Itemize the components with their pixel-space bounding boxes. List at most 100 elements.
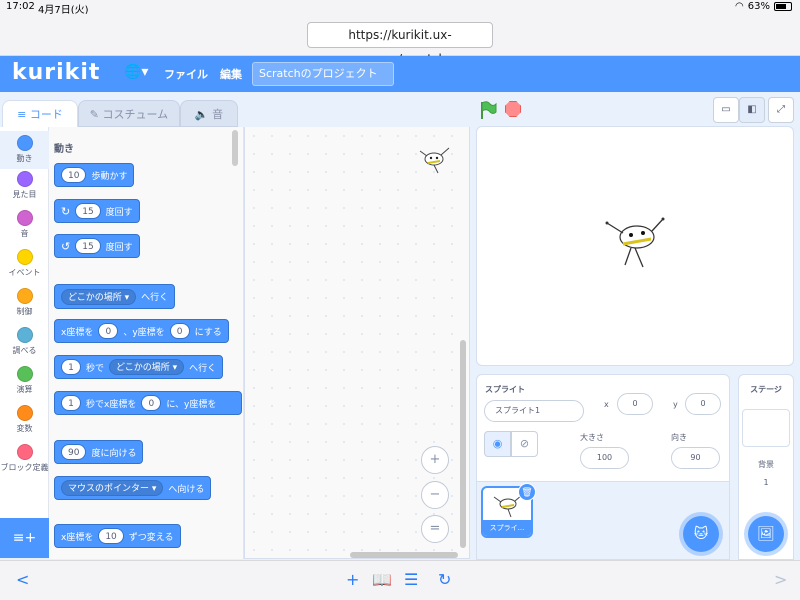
- move-steps-block[interactable]: 10 歩動かす: [54, 163, 135, 187]
- seconds-input[interactable]: 1: [61, 359, 81, 375]
- fullscreen-button[interactable]: ⤢: [768, 97, 794, 123]
- tab-costume[interactable]: ✎ コスチューム: [78, 100, 180, 127]
- add-extension-button[interactable]: ≡+: [0, 518, 49, 558]
- x-input[interactable]: 0: [98, 323, 119, 339]
- green-flag-icon[interactable]: [478, 100, 498, 120]
- forward-button[interactable]: >: [774, 570, 787, 589]
- code-icon: ≡: [17, 108, 30, 121]
- change-x-block[interactable]: x座標を 10 ずつ変える: [54, 524, 181, 548]
- direction-input[interactable]: 90: [61, 444, 87, 460]
- workspace-vertical-scrollbar[interactable]: [460, 340, 466, 548]
- kurikit-logo[interactable]: kurikit: [12, 60, 100, 85]
- language-globe-icon[interactable]: 🌐▾: [124, 64, 148, 80]
- y-input[interactable]: 0: [169, 323, 190, 339]
- category-label: イベント: [8, 268, 41, 277]
- palette-scrollbar[interactable]: [232, 130, 238, 166]
- goto-target-dropdown[interactable]: どこかの場所 ▾: [61, 288, 137, 305]
- trash-icon: 🗑: [521, 488, 533, 498]
- zoom-out-button[interactable]: −: [421, 481, 449, 509]
- category-my-blocks[interactable]: ブロック定義: [0, 444, 49, 473]
- glide-xy-block[interactable]: 1 秒でx座標を 0 に、y座標を: [54, 391, 242, 415]
- category-label: ブロック定義: [0, 463, 49, 472]
- degrees-input[interactable]: 15: [75, 203, 101, 219]
- choose-backdrop-button[interactable]: 🖼: [748, 516, 784, 552]
- change-x-input[interactable]: 10: [98, 528, 124, 544]
- url-field[interactable]: https://kurikit.ux-xu.com/scratch: [307, 22, 493, 66]
- category-control[interactable]: 制御: [0, 288, 49, 317]
- project-title-input[interactable]: Scratchのプロジェクト: [252, 62, 394, 86]
- goto-xy-block[interactable]: x座標を 0 、y座標を 0 にする: [54, 319, 229, 343]
- stop-button[interactable]: [505, 101, 521, 117]
- size-label: 大きさ: [580, 433, 604, 442]
- category-sensing[interactable]: 調べる: [0, 327, 49, 356]
- degrees-input[interactable]: 15: [75, 238, 101, 254]
- my-blocks-dot-icon: [16, 444, 33, 460]
- tab-code-label: コード: [29, 108, 63, 121]
- size-input[interactable]: 100: [580, 447, 629, 469]
- status-bar: 17:02 4月7日(火) ◠ 63%: [0, 0, 800, 16]
- palette-section-title: 動き: [54, 144, 74, 155]
- block-text: にする: [194, 327, 222, 338]
- zoom-out-icon: −: [429, 487, 441, 502]
- glide-to-block[interactable]: 1 秒で どこかの場所 ▾ へ行く: [54, 355, 224, 379]
- show-sprite-button[interactable]: ◉: [484, 431, 511, 457]
- block-text: 度回す: [105, 207, 133, 218]
- dropdown-value: どこかの場所: [116, 363, 170, 373]
- x-input[interactable]: 0: [141, 395, 162, 411]
- workspace-horizontal-scrollbar[interactable]: [350, 552, 458, 558]
- x-position-input[interactable]: 0: [617, 393, 653, 415]
- goto-block[interactable]: どこかの場所 ▾ へ行く: [54, 284, 176, 309]
- turn-right-block[interactable]: ↻ 15 度回す: [54, 199, 140, 223]
- glide-target-dropdown[interactable]: どこかの場所 ▾: [109, 359, 185, 375]
- category-sound[interactable]: 音: [0, 210, 49, 239]
- category-operators[interactable]: 演算: [0, 366, 49, 395]
- dropdown-value: どこかの場所: [68, 292, 122, 303]
- small-stage-button[interactable]: ▭: [713, 97, 739, 123]
- point-towards-block[interactable]: マウスのポインター ▾ へ向ける: [54, 476, 212, 500]
- point-direction-block[interactable]: 90 度に向ける: [54, 440, 144, 464]
- sound-dot-icon: [16, 210, 33, 226]
- sprite-character[interactable]: [601, 211, 671, 271]
- stage-thumbnail[interactable]: [742, 409, 790, 447]
- browser-bottom-bar: < + 📖 ☰ ↻ >: [0, 560, 800, 600]
- zoom-reset-button[interactable]: =: [421, 515, 449, 543]
- reader-icon[interactable]: ☰: [404, 570, 418, 589]
- block-text: 、y座標を: [123, 327, 165, 338]
- tab-code[interactable]: ≡ コード: [2, 100, 78, 127]
- image-add-icon: 🖼: [757, 526, 775, 542]
- y-position-input[interactable]: 0: [685, 393, 721, 415]
- block-text: へ行く: [189, 363, 217, 374]
- towards-dropdown[interactable]: マウスのポインター ▾: [61, 480, 164, 496]
- bookmarks-icon[interactable]: 📖: [372, 570, 392, 589]
- events-dot-icon: [16, 249, 33, 265]
- fullscreen-icon: ⤢: [777, 104, 785, 115]
- operators-dot-icon: [16, 366, 33, 382]
- turn-left-block[interactable]: ↺ 15 度回す: [54, 234, 140, 258]
- file-menu[interactable]: ファイル: [164, 66, 208, 82]
- steps-input[interactable]: 10: [61, 167, 87, 183]
- category-motion[interactable]: 動き: [0, 131, 49, 169]
- choose-sprite-button[interactable]: 🐱: [683, 516, 719, 552]
- small-stage-icon: ▭: [721, 104, 731, 115]
- block-text: へ向ける: [168, 484, 205, 495]
- zoom-in-button[interactable]: +: [421, 446, 449, 474]
- edit-menu[interactable]: 編集: [220, 66, 242, 82]
- sprite-name-input[interactable]: スプライト1: [484, 400, 584, 422]
- block-text: 度に向ける: [91, 448, 137, 459]
- back-button[interactable]: <: [16, 570, 29, 589]
- reload-icon[interactable]: ↻: [438, 570, 451, 589]
- direction-input[interactable]: 90: [671, 447, 720, 469]
- category-label: 見た目: [12, 190, 37, 199]
- direction-label: 向き: [671, 433, 687, 442]
- category-looks[interactable]: 見た目: [0, 171, 49, 200]
- category-variables[interactable]: 変数: [0, 405, 49, 434]
- stage-canvas[interactable]: [476, 126, 794, 366]
- brush-icon: ✎: [89, 108, 103, 121]
- seconds-input[interactable]: 1: [61, 395, 81, 411]
- category-events[interactable]: イベント: [0, 249, 49, 278]
- tab-sound[interactable]: 🔈 音: [180, 100, 238, 127]
- normal-stage-button[interactable]: ◧: [739, 97, 765, 123]
- new-tab-icon[interactable]: +: [346, 570, 359, 589]
- hide-sprite-button[interactable]: ⊘: [511, 431, 538, 457]
- delete-sprite-button[interactable]: 🗑: [518, 483, 536, 501]
